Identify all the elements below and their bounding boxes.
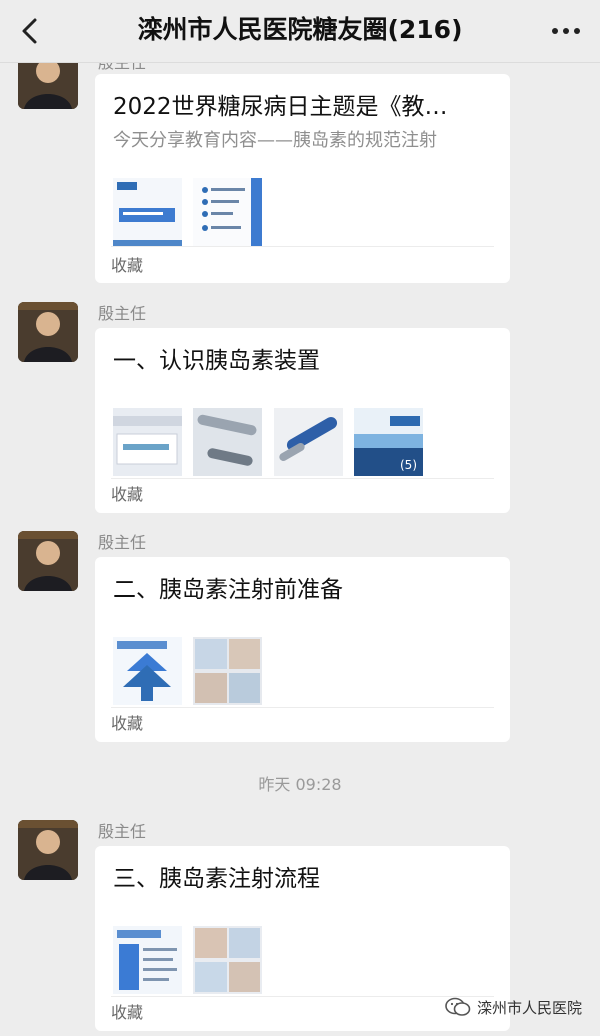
thumbnail-image[interactable] xyxy=(193,637,262,705)
thumbnail-image[interactable] xyxy=(113,926,182,994)
card-divider xyxy=(111,478,494,479)
sender-name: 殷主任 xyxy=(98,304,147,323)
card-divider xyxy=(111,996,494,997)
card-divider xyxy=(111,246,494,247)
card-title: 一、认识胰岛素装置 xyxy=(113,348,320,374)
favorite-label[interactable]: 收藏 xyxy=(111,485,143,505)
thumbnail-image[interactable] xyxy=(193,178,262,246)
thumbnail-image[interactable]: (5) xyxy=(354,408,423,476)
message-card[interactable]: 2022世界糖尿病日主题是《教… 今天分享教育内容——胰岛素的规范注射 收藏 xyxy=(95,74,510,283)
timestamp: 昨天 09:28 xyxy=(258,775,342,794)
favorite-label[interactable]: 收藏 xyxy=(111,256,143,276)
avatar[interactable] xyxy=(18,531,78,591)
thumbnail-image[interactable] xyxy=(193,926,262,994)
more-dots-icon[interactable] xyxy=(546,16,586,46)
avatar[interactable] xyxy=(18,302,78,362)
card-title: 二、胰岛素注射前准备 xyxy=(113,577,343,603)
avatar[interactable] xyxy=(18,820,78,880)
sender-name: 殷主任 xyxy=(98,63,146,73)
card-divider xyxy=(111,707,494,708)
chat-area[interactable]: 殷主任 2022世界糖尿病日主题是《教… 今天分享教育内容——胰岛素的规范注射 … xyxy=(0,63,600,1036)
thumbnail-image[interactable] xyxy=(274,408,343,476)
source-watermark: 滦州市人民医院 xyxy=(445,994,582,1020)
wechat-official-icon xyxy=(445,997,471,1016)
favorite-label[interactable]: 收藏 xyxy=(111,714,143,734)
card-subtitle: 今天分享教育内容——胰岛素的规范注射 xyxy=(113,130,437,151)
avatar[interactable] xyxy=(18,63,78,109)
thumbnail-image[interactable] xyxy=(113,178,182,246)
top-bar: 滦州市人民医院糖友圈(216) xyxy=(0,0,600,63)
watermark-text: 滦州市人民医院 xyxy=(476,998,582,1017)
sender-name: 殷主任 xyxy=(98,533,147,552)
card-title: 2022世界糖尿病日主题是《教… xyxy=(113,94,448,120)
chat-title: 滦州市人民医院糖友圈(216) xyxy=(137,15,463,44)
chevron-left-icon[interactable] xyxy=(14,14,48,48)
card-title: 三、胰岛素注射流程 xyxy=(113,866,320,892)
thumbnail-image[interactable] xyxy=(113,408,182,476)
thumbnail-image[interactable] xyxy=(193,408,262,476)
favorite-label[interactable]: 收藏 xyxy=(111,1003,143,1023)
thumbnail-image[interactable] xyxy=(113,637,182,705)
message-card[interactable]: 二、胰岛素注射前准备 收藏 xyxy=(95,557,510,742)
message-card[interactable]: 一、认识胰岛素装置 (5) 收藏 xyxy=(95,328,510,513)
sender-name: 殷主任 xyxy=(98,822,147,841)
more-images-count: (5) xyxy=(400,458,417,472)
